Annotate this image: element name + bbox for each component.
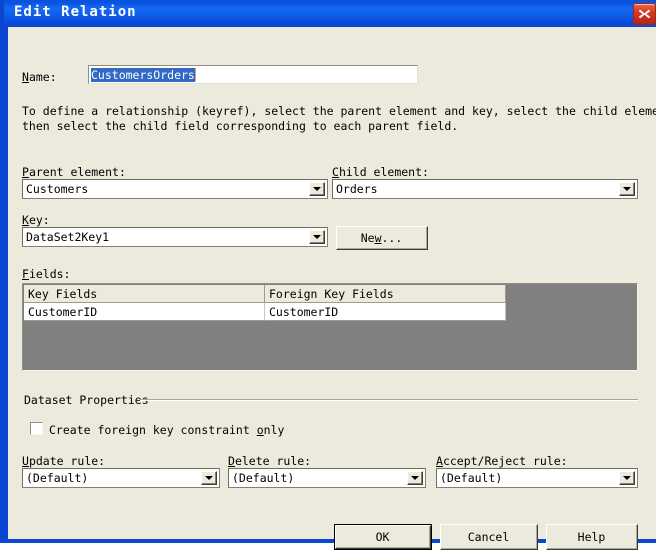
new-key-button-inner: New... <box>337 227 427 249</box>
name-input-value-wrap: CustomersOrders <box>91 68 196 82</box>
checkbox-label-tail: nly <box>263 423 285 437</box>
close-icon <box>638 9 651 19</box>
new-key-button-accel: w <box>374 230 382 245</box>
key-label-accel: K <box>22 213 29 227</box>
ok-button[interactable]: OK <box>334 524 432 550</box>
key-label: Key: <box>22 213 50 227</box>
delete-rule-label-accel: D <box>228 454 235 468</box>
name-input[interactable]: CustomersOrders <box>88 65 418 84</box>
dataset-properties-group-label: Dataset Properties <box>24 393 149 407</box>
name-label-rest: ame: <box>28 70 57 84</box>
chevron-down-icon[interactable] <box>407 471 423 485</box>
parent-element-label-rest: arent element: <box>28 165 126 179</box>
key-label-rest: ey: <box>28 213 50 227</box>
accept-reject-rule-combo[interactable]: (Default) <box>436 468 638 488</box>
child-element-label-accel: C <box>332 165 339 179</box>
update-rule-label-rest: pdate rule: <box>28 454 106 468</box>
chevron-down-icon[interactable] <box>619 182 635 196</box>
cancel-button[interactable]: Cancel <box>440 524 538 550</box>
instructions-line-2: then select the child field correspondin… <box>22 119 459 133</box>
checkbox-label-text: Create foreign key constraint <box>49 423 257 437</box>
table-row[interactable]: CustomerID CustomerID <box>24 303 506 321</box>
title-bar[interactable]: Edit Relation <box>4 0 656 27</box>
name-label: Name: <box>22 70 57 84</box>
fields-grid-header-row: Key Fields Foreign Key Fields <box>24 285 506 303</box>
name-label-accel: N <box>22 70 29 84</box>
update-rule-value: (Default) <box>26 471 89 485</box>
fields-grid-header-foreign-key[interactable]: Foreign Key Fields <box>265 285 506 303</box>
parent-element-value: Customers <box>26 182 89 196</box>
dialog-client-area: Name: CustomersOrders To define a relati… <box>8 27 656 550</box>
cancel-button-label: Cancel <box>467 529 510 544</box>
name-input-value: CustomersOrders <box>91 68 195 82</box>
accept-reject-rule-label-accel: A <box>436 454 443 468</box>
chevron-down-icon[interactable] <box>309 230 325 244</box>
chevron-down-icon[interactable] <box>201 471 217 485</box>
key-value: DataSet2Key1 <box>26 230 110 244</box>
fields-grid-cell-key[interactable]: CustomerID <box>24 303 265 321</box>
fields-grid[interactable]: Key Fields Foreign Key Fields CustomerID… <box>22 283 638 371</box>
update-rule-label: Update rule: <box>22 454 105 468</box>
chevron-down-icon[interactable] <box>619 471 635 485</box>
create-foreign-key-constraint-only-label: Create foreign key constraint only <box>49 423 284 437</box>
parent-element-combo[interactable]: Customers <box>22 179 328 199</box>
checkbox-label-accel: o <box>256 423 264 437</box>
update-rule-combo[interactable]: (Default) <box>22 468 220 488</box>
fields-grid-header-key[interactable]: Key Fields <box>24 285 265 303</box>
fields-label: Fields: <box>22 267 70 281</box>
accept-reject-rule-label-rest: ccept/Reject rule: <box>442 454 568 468</box>
help-button-label: Help <box>577 529 606 544</box>
child-element-combo[interactable]: Orders <box>332 179 638 199</box>
help-button[interactable]: Help <box>546 524 638 550</box>
child-element-label-rest: hild element: <box>338 165 429 179</box>
new-key-button-label: New... <box>360 230 403 245</box>
instructions-line-1: To define a relationship (keyref), selec… <box>22 104 656 118</box>
ok-button-inner: OK <box>335 525 431 549</box>
ok-button-label: OK <box>375 529 390 544</box>
delete-rule-label-rest: elete rule: <box>234 454 312 468</box>
text-caret <box>194 68 196 81</box>
child-element-value: Orders <box>336 182 378 196</box>
fields-label-rest: ields: <box>28 267 71 281</box>
fields-label-accel: F <box>22 267 29 281</box>
fields-grid-cell-foreign-key[interactable]: CustomerID <box>265 303 506 321</box>
delete-rule-label: Delete rule: <box>228 454 311 468</box>
close-button[interactable] <box>633 3 656 25</box>
create-foreign-key-constraint-only-checkbox[interactable] <box>30 422 43 435</box>
cancel-button-inner: Cancel <box>441 525 537 549</box>
child-element-label: Child element: <box>332 165 429 179</box>
window-title: Edit Relation <box>14 4 137 20</box>
accept-reject-rule-value: (Default) <box>440 471 503 485</box>
parent-element-label: Parent element: <box>22 165 126 179</box>
edit-relation-dialog: Edit Relation Name: CustomersOrders To d… <box>0 0 656 550</box>
delete-rule-value: (Default) <box>232 471 295 485</box>
accept-reject-rule-label: Accept/Reject rule: <box>436 454 568 468</box>
delete-rule-combo[interactable]: (Default) <box>228 468 426 488</box>
chevron-down-icon[interactable] <box>309 182 325 196</box>
update-rule-label-accel: U <box>22 454 29 468</box>
parent-element-label-accel: P <box>22 165 29 179</box>
dataset-properties-separator <box>140 399 638 401</box>
new-key-button[interactable]: New... <box>336 226 428 250</box>
key-combo[interactable]: DataSet2Key1 <box>22 227 328 247</box>
ok-button-inner2: OK <box>336 526 430 548</box>
help-button-inner: Help <box>547 525 637 549</box>
